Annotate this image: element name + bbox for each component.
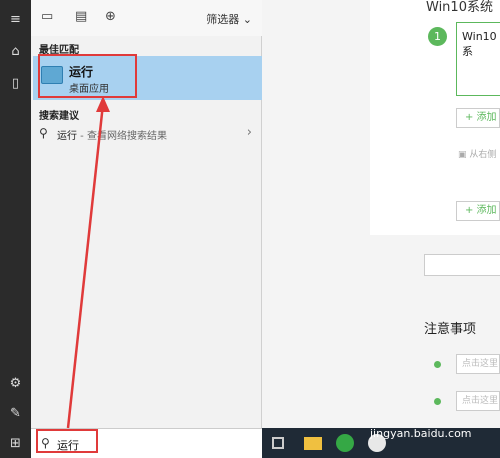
annotation-arrow bbox=[66, 96, 110, 429]
